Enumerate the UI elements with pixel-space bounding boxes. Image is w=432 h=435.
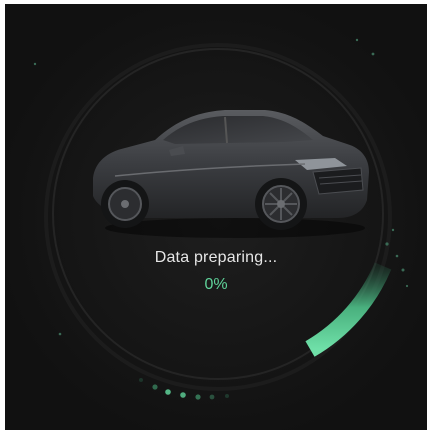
rear-wheel [101,180,149,228]
front-wheel [255,178,307,230]
loading-screen: Data preparing... 0% [5,4,427,430]
sedan-car-icon [93,110,369,238]
progress-percent: 0% [204,276,228,293]
loading-status-label: Data preparing... [154,249,278,266]
